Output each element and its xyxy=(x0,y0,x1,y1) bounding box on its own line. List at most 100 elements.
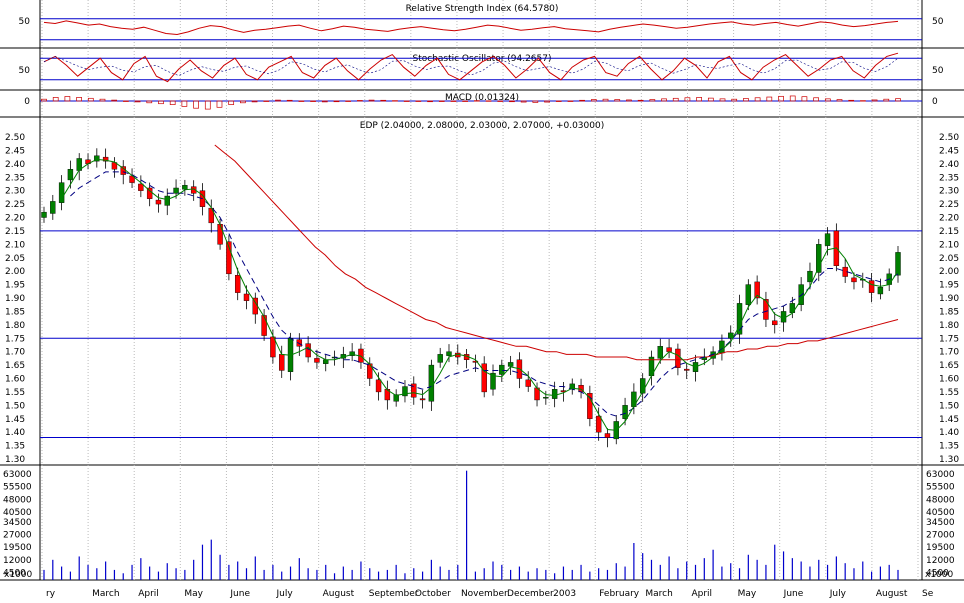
volume-tick-label: 48000 xyxy=(3,495,32,505)
price-tick-label: 1.50 xyxy=(939,401,959,411)
price-tick-label: 2.20 xyxy=(5,214,25,224)
candle-body xyxy=(234,274,241,293)
price-tick-label: 1.90 xyxy=(5,294,25,304)
price-tick-label: 1.70 xyxy=(5,348,25,358)
volume-tick-label: 63000 xyxy=(926,470,955,480)
price-tick-label: 2.00 xyxy=(939,267,959,277)
macd-bar xyxy=(555,100,562,102)
candle-body xyxy=(419,398,426,401)
rsi-title: Relative Strength Index (64.5780) xyxy=(406,4,559,14)
x-tick-label: Se xyxy=(922,589,934,599)
candle-body xyxy=(437,354,443,363)
candle-body xyxy=(745,284,752,305)
price-tick-label: 2.50 xyxy=(5,133,25,143)
price-tick-label: 1.45 xyxy=(5,415,25,425)
chart-canvas: Relative Strength Index (64.5780) 50 50 … xyxy=(0,0,964,599)
macd-bar xyxy=(263,100,270,102)
volume-tick-label: 63000 xyxy=(3,470,32,480)
macd-tick-right: 0 xyxy=(932,97,938,107)
volume-tick-label: 19500 xyxy=(926,543,955,553)
macd-bar xyxy=(473,100,480,102)
price-tick-label: 1.55 xyxy=(5,388,25,398)
volume-tick-label: 48000 xyxy=(926,495,955,505)
price-tick-label: 2.35 xyxy=(939,173,959,183)
macd-bar xyxy=(438,100,445,102)
price-tick-label: 1.45 xyxy=(939,415,959,425)
macd-bar xyxy=(860,100,866,102)
macd-bar xyxy=(310,100,316,102)
price-tick-label: 2.25 xyxy=(5,200,25,210)
x-tick-label: September xyxy=(369,589,419,599)
candle-body xyxy=(217,224,223,245)
price-tick-label: 1.80 xyxy=(939,321,959,331)
candle-body xyxy=(314,358,320,363)
candle-body xyxy=(50,201,56,214)
x-tick-label: June xyxy=(229,589,250,599)
candle-body xyxy=(622,405,628,419)
price-tick-label: 2.45 xyxy=(5,146,25,156)
macd-bar xyxy=(403,100,410,102)
price-tick-label: 2.10 xyxy=(5,240,25,250)
price-tick-label: 1.30 xyxy=(5,455,25,465)
candle-body xyxy=(182,185,188,190)
volume-tick-label: 19500 xyxy=(3,543,32,553)
x-tick-label: August xyxy=(323,589,355,599)
candle-body xyxy=(507,362,514,367)
macd-bar xyxy=(392,100,398,102)
price-tick-label: 2.40 xyxy=(939,160,959,170)
x-tick-label: 2003 xyxy=(553,589,576,599)
x-tick-label: November xyxy=(461,589,508,599)
x-tick-label: June xyxy=(783,589,804,599)
candle-body xyxy=(868,280,875,293)
x-tick-label: March xyxy=(92,589,119,599)
price-tick-label: 1.30 xyxy=(939,455,959,465)
volume-tick-label: 27000 xyxy=(3,531,32,541)
price-tick-label: 2.05 xyxy=(5,254,25,264)
volume-unit-right: x1000 xyxy=(925,570,954,580)
candle-body xyxy=(595,415,602,433)
x-tick-label: April xyxy=(138,589,159,599)
price-tick-label: 2.15 xyxy=(5,227,25,237)
candle-body xyxy=(780,311,787,323)
candle-body xyxy=(684,368,690,371)
stochastic-tick-right: 50 xyxy=(932,66,944,76)
price-tick-label: 1.90 xyxy=(939,294,959,304)
price-tick-label: 2.25 xyxy=(939,200,959,210)
candle-body xyxy=(41,211,47,218)
price-tick-label: 1.95 xyxy=(939,281,959,291)
candle-body xyxy=(67,168,74,181)
x-tick-label: ry xyxy=(46,589,56,599)
price-tick-label: 1.35 xyxy=(939,442,959,452)
price-tick-label: 2.30 xyxy=(939,187,959,197)
candle-body xyxy=(305,343,311,358)
volume-tick-label: 40500 xyxy=(3,508,32,518)
price-tick-label: 1.60 xyxy=(5,375,25,385)
price-tick-label: 2.50 xyxy=(939,133,959,143)
price-tick-label: 1.65 xyxy=(5,361,25,371)
x-tick-label: March xyxy=(645,589,672,599)
macd-bar xyxy=(450,100,457,102)
price-tick-label: 1.95 xyxy=(5,281,25,291)
price-tick-label: 2.05 xyxy=(939,254,959,264)
x-tick-label: July xyxy=(829,589,847,599)
x-tick-label: May xyxy=(184,589,203,599)
macd-bar xyxy=(567,100,574,102)
price-tick-label: 1.40 xyxy=(939,428,959,438)
candle-body xyxy=(138,183,144,191)
candle-body xyxy=(772,320,778,326)
x-tick-label: July xyxy=(276,589,294,599)
x-tick-label: October xyxy=(415,589,451,599)
volume-unit-left: x1000 xyxy=(4,570,33,580)
price-tick-label: 1.75 xyxy=(939,334,959,344)
candle-body xyxy=(155,199,162,205)
price-tick-label: 1.65 xyxy=(939,361,959,371)
volume-tick-label: 27000 xyxy=(926,531,955,541)
candle-body xyxy=(551,389,558,399)
candle-body xyxy=(657,346,663,359)
price-tick-label: 1.85 xyxy=(5,307,25,317)
volume-tick-label: 34500 xyxy=(926,518,955,528)
candle-body xyxy=(279,354,285,371)
volume-tick-label: 55500 xyxy=(3,483,32,493)
price-tick-label: 1.40 xyxy=(5,428,25,438)
rsi-tick-left: 50 xyxy=(19,17,31,27)
